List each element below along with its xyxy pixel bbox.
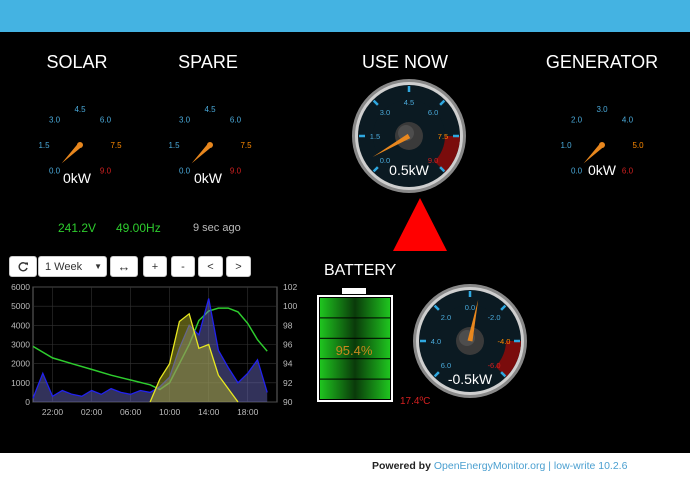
battery-terminal [342,288,366,294]
chart-x-tick: 18:00 [237,407,259,417]
use-now-scale-label: 1.5 [370,132,380,141]
spare-scale-label: 1.5 [168,141,180,150]
solar-readout: 0kW [63,170,91,186]
solar-scale-label: 1.5 [38,141,50,150]
battery-scale-label: -4.0 [498,337,511,346]
flow-direction-arrow-icon [393,198,447,251]
solar-scale-label: 3.0 [49,116,61,125]
chart-y-right-tick: 100 [283,301,297,311]
solar-scale-label: 0.0 [49,166,61,175]
solar-needle-hub [77,142,83,148]
generator-readout: 0kW [588,162,616,178]
use-now-readout: 0.5kW [389,162,429,178]
battery-temperature: 17.4ºC [400,396,431,407]
spare-readout: 0kW [194,170,222,186]
pan-right-button[interactable]: > [226,256,251,277]
spare-scale-label: 6.0 [230,116,242,125]
use-now-scale-label: 7.5 [438,132,448,141]
battery-scale-label: 4.0 [431,337,441,346]
chart-y-left-tick: 2000 [11,359,30,369]
zoom-out-button[interactable]: - [171,256,195,277]
chart-y-left-tick: 6000 [11,282,30,292]
chart-x-tick: 02:00 [81,407,103,417]
battery-title: BATTERY [324,262,397,279]
power-history-chart[interactable]: 0 1000 2000 3000 4000 5000 6000 90 92 94 96 98 100 10… [0,280,310,425]
battery-cell [320,379,390,399]
footer-prefix: Powered by [372,460,434,472]
chevron-down-icon: ▼ [94,262,102,271]
chart-x-tick: 22:00 [42,407,64,417]
chart-y-left-tick: 5000 [11,301,30,311]
reset-zoom-button[interactable]: ↔ [110,256,138,277]
time-range-value: 1 Week [45,260,83,273]
spare-scale-label: 9.0 [230,166,242,175]
spare-scale-label: 3.0 [179,116,191,125]
generator-scale-label: 4.0 [622,116,634,125]
generator-scale-label: 5.0 [632,141,644,150]
battery-cell [320,298,390,318]
solar-title: SOLAR [46,52,108,72]
top-bar [0,0,690,32]
chart-x-tick: 10:00 [159,407,181,417]
footer-link[interactable]: OpenEnergyMonitor.org [434,460,545,472]
spare-scale-label: 0.0 [179,166,191,175]
chart-y-left-tick: 0 [25,397,30,407]
use-now-scale-label: 9.0 [428,156,438,165]
chart-y-right-tick: 94 [283,359,293,369]
reload-button[interactable] [9,256,37,277]
use-now-scale-label: 4.5 [404,98,414,107]
solar-scale-label: 9.0 [100,166,112,175]
use-now-scale-label: 3.0 [380,108,390,117]
footer-separator: | [545,460,554,472]
chart-y-right-tick: 92 [283,378,293,388]
chart-y-right-tick: 102 [283,282,297,292]
voltage-value: 241.2V [58,221,97,235]
generator-scale-label: 1.0 [560,141,572,150]
zoom-in-button[interactable]: + [143,256,167,277]
generator-scale-label: 6.0 [622,166,634,175]
horizontal-arrows-icon: ↔ [117,259,131,274]
battery-scale-label: 6.0 [441,361,451,370]
battery-charge-percent: 95.4% [335,343,373,358]
battery-power-readout: -0.5kW [447,371,493,387]
use-now-gauge: 0.01.53.04.56.07.59.0 [352,79,466,193]
spare-needle-hub [207,142,213,148]
use-now-title: USE NOW [361,52,449,72]
use-now-scale-label: 6.0 [428,108,438,117]
chart-x-tick: 06:00 [120,407,142,417]
generator-title: GENERATOR [545,52,659,72]
solar-scale-label: 7.5 [110,141,122,150]
chart-y-right-tick: 96 [283,340,293,350]
chart-y-left-tick: 3000 [11,340,30,350]
frequency-value: 49.00Hz [116,221,161,235]
last-update-time: 9 sec ago [193,222,241,234]
generator-scale-label: 3.0 [596,105,608,114]
battery-scale-label: -2.0 [488,313,501,322]
spare-scale-label: 7.5 [240,141,252,150]
battery-scale-label: 0.0 [465,303,475,312]
solar-scale-label: 6.0 [100,116,112,125]
battery-cell [320,318,390,338]
chart-x-tick: 14:00 [198,407,220,417]
chart-y-left-tick: 1000 [11,378,30,388]
battery-cell [320,359,390,379]
chart-y-right-tick: 90 [283,397,293,407]
generator-needle-hub [599,142,605,148]
solar-scale-label: 4.5 [74,105,86,114]
footer: Powered by OpenEnergyMonitor.org | low-w… [0,453,690,480]
generator-scale-label: 0.0 [571,166,583,175]
battery-scale-label: 2.0 [441,313,451,322]
footer-version[interactable]: low-write 10.2.6 [554,460,628,472]
chart-y-right-tick: 98 [283,320,293,330]
spare-scale-label: 4.5 [204,105,216,114]
reload-icon [18,261,28,271]
spare-title: SPARE [178,52,238,72]
generator-scale-label: 2.0 [571,116,583,125]
pan-left-button[interactable]: < [198,256,223,277]
chart-y-left-tick: 4000 [11,320,30,330]
time-range-select[interactable]: 1 Week ▼ [38,256,107,277]
battery-scale-label: -6.0 [488,361,501,370]
